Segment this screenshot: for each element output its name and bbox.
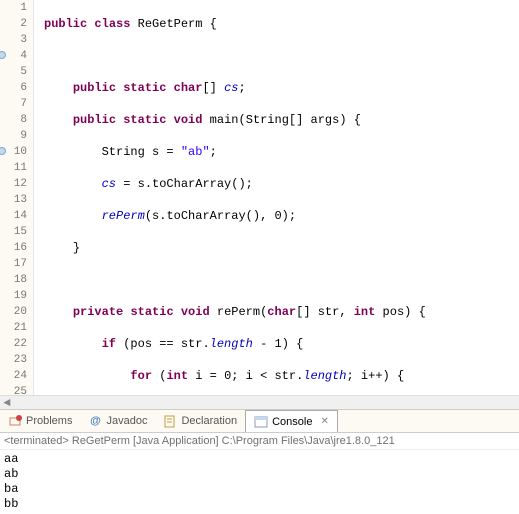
tab-problems[interactable]: Problems [0, 410, 80, 432]
line-number: 19 [0, 288, 27, 304]
tab-label: Console [272, 416, 312, 428]
console-view: <terminated> ReGetPerm [Java Application… [0, 433, 519, 514]
close-icon[interactable]: ✕ [320, 416, 328, 427]
line-number: 12 [0, 176, 27, 192]
line-number: 13 [0, 192, 27, 208]
line-number: 25 [0, 384, 27, 400]
line-number: 10 [0, 144, 27, 160]
line-number: 18 [0, 272, 27, 288]
line-number: 6 [0, 80, 27, 96]
problems-icon [8, 414, 22, 428]
line-number: 20 [0, 304, 27, 320]
line-number: 5 [0, 64, 27, 80]
console-output[interactable]: aa ab ba bb [0, 450, 519, 514]
line-number: 15 [0, 224, 27, 240]
tab-console[interactable]: Console ✕ [245, 410, 338, 432]
tab-label: Declaration [181, 415, 237, 427]
line-number: 11 [0, 160, 27, 176]
horizontal-scrollbar[interactable]: ◄ [0, 395, 519, 409]
line-number-gutter: 1 2 3 4 5 6 7 8 9 10 11 12 13 14 15 16 1… [0, 0, 34, 395]
line-number: 22 [0, 336, 27, 352]
annotation-icon [0, 51, 6, 59]
line-number: 3 [0, 32, 27, 48]
console-icon [254, 415, 268, 429]
code-editor[interactable]: 1 2 3 4 5 6 7 8 9 10 11 12 13 14 15 16 1… [0, 0, 519, 395]
line-number: 16 [0, 240, 27, 256]
tab-javadoc[interactable]: @ Javadoc [80, 410, 155, 432]
annotation-icon [0, 147, 6, 155]
line-number: 4 [0, 48, 27, 64]
line-number: 7 [0, 96, 27, 112]
code-area[interactable]: public class ReGetPerm { public static c… [34, 0, 519, 395]
line-number: 23 [0, 352, 27, 368]
console-line: ba [4, 482, 515, 497]
line-number: 2 [0, 16, 27, 32]
line-number: 17 [0, 256, 27, 272]
line-number: 14 [0, 208, 27, 224]
line-number: 21 [0, 320, 27, 336]
line-number: 8 [0, 112, 27, 128]
console-header: <terminated> ReGetPerm [Java Application… [0, 433, 519, 450]
declaration-icon [163, 414, 177, 428]
line-number: 1 [0, 0, 27, 16]
javadoc-icon: @ [88, 414, 102, 428]
tab-label: Problems [26, 415, 72, 427]
views-tabbar: Problems @ Javadoc Declaration Console ✕ [0, 409, 519, 433]
tab-label: Javadoc [106, 415, 147, 427]
tab-declaration[interactable]: Declaration [155, 410, 245, 432]
console-line: ab [4, 467, 515, 482]
line-number: 24 [0, 368, 27, 384]
line-number: 9 [0, 128, 27, 144]
console-line: aa [4, 452, 515, 467]
